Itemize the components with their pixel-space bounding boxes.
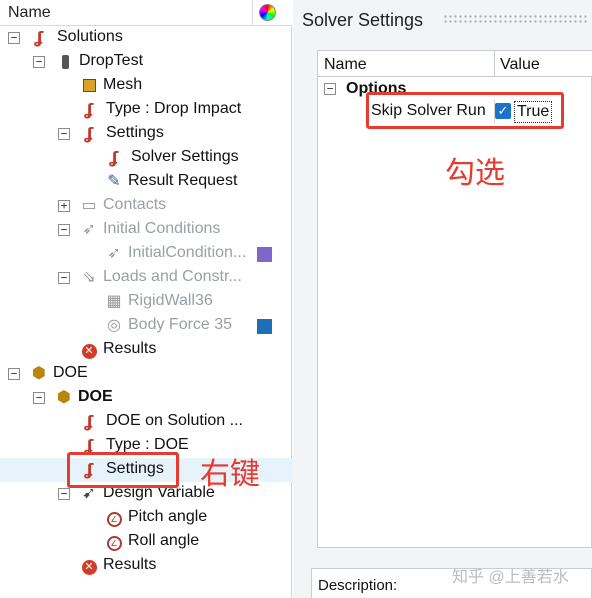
tree-item-droptest[interactable]: − DropTest [0,50,292,74]
solver-icon: ʆ [84,412,94,431]
solver-icon: ʆ [84,124,94,143]
tree-item-settings[interactable]: − ʆ Settings [0,122,292,146]
tree-item-doe-on-solution[interactable]: ʆ DOE on Solution ... [0,410,292,434]
tree-item-pitch-angle[interactable]: ∠ Pitch angle [0,506,292,530]
tree-item-label: Results [103,340,157,357]
annotation-box-skip-solver-run [366,92,564,129]
expand-toggle[interactable]: + [58,200,70,212]
tree-item-label: Result Request [128,172,238,189]
tree-item-roll-angle[interactable]: ∠ Roll angle [0,530,292,554]
grid-header: Name Value [318,51,592,77]
solver-settings-panel: Solver Settings Name Value − Options Ski… [293,0,592,598]
contacts-icon: ▭ [81,197,97,214]
tree-item-label: Pitch angle [128,508,208,525]
rigid-wall-icon: ▦ [106,293,122,310]
tree-item-rigidwall36[interactable]: ▦ RigidWall36 [0,290,292,314]
title-drag-handle[interactable] [443,14,588,24]
tree-item-label: DOE [78,388,113,405]
bottle-icon [56,53,74,71]
value-column-header[interactable]: Value [500,56,540,74]
loads-icon: ⇘ [82,269,96,286]
collapse-toggle[interactable]: − [33,56,45,68]
body-force-icon: ◎ [107,317,121,334]
tree-item-label: RigidWall36 [128,292,213,309]
tree-item-contacts[interactable]: + ▭ Contacts [0,194,292,218]
watermark: 知乎 @上善若水 [452,569,569,586]
tree-item-mesh[interactable]: Mesh [0,74,292,98]
collapse-toggle[interactable]: − [58,272,70,284]
tree-item-label: Loads and Constr... [103,268,242,285]
collapse-toggle[interactable]: − [8,32,20,44]
doe-icon: ⬢ [32,365,46,382]
column-separator[interactable] [494,51,495,77]
tree-header: Name [0,0,292,26]
mesh-icon [80,77,98,95]
tree-item-solver-settings[interactable]: ʆ Solver Settings [0,146,292,170]
tree-item-body-force-35[interactable]: ◎ Body Force 35 [0,314,292,338]
solver-icon: ʆ [34,28,44,47]
initial-conditions-icon: ➶ [82,221,96,238]
result-request-icon: ✎ [107,173,121,190]
tree-item-initial-condition[interactable]: ➶ InitialCondition... [0,242,292,266]
collapse-toggle[interactable]: − [324,83,336,95]
tree-item-label: InitialCondition... [128,244,247,261]
tree-item-label: DOE on Solution ... [106,412,243,429]
tree-item-label: Type : Drop Impact [106,100,242,117]
collapse-toggle[interactable]: − [58,224,70,236]
tree-item-doe[interactable]: − ⬢ DOE [0,386,292,410]
angle-icon: ∠ [105,533,123,551]
name-column-header[interactable]: Name [324,56,367,74]
collapse-toggle[interactable]: − [33,392,45,404]
tree-item-results[interactable]: ✕ Results [0,338,292,362]
tree-item-label: Solutions [57,28,123,45]
tree-item-label: Settings [106,124,164,141]
annotation-check: 勾选 [445,156,505,191]
tree-item-loads-and-constraints[interactable]: − ⇘ Loads and Constr... [0,266,292,290]
tree-item-initial-conditions[interactable]: − ➶ Initial Conditions [0,218,292,242]
tree-item-label: DOE [53,364,88,381]
solver-icon: ʆ [84,100,94,119]
color-swatch[interactable] [257,247,272,262]
initial-condition-icon: ➶ [107,245,121,262]
tree-item-result-request[interactable]: ✎ Result Request [0,170,292,194]
annotation-box-settings [67,452,179,488]
error-icon: ✕ [80,557,98,575]
annotation-right-click: 右键 [200,457,260,492]
collapse-toggle[interactable]: − [58,488,70,500]
header-separator [252,0,253,26]
error-icon: ✕ [80,341,98,359]
color-swatch[interactable] [257,319,272,334]
solver-icon: ʆ [109,148,119,167]
tree-item-solutions[interactable]: − ʆ Solutions [0,26,292,50]
tree-item-label: Solver Settings [131,148,239,165]
tree-item-label: DropTest [79,52,144,69]
collapse-toggle[interactable]: − [58,128,70,140]
panel-title: Solver Settings [302,10,424,30]
tree-item-doe-results[interactable]: ✕ Results [0,554,292,578]
doe-icon: ⬢ [57,389,71,406]
angle-icon: ∠ [105,509,123,527]
description-label: Description: [318,577,398,594]
tree-item-label: Contacts [103,196,167,213]
tree-item-label: Body Force 35 [128,316,233,333]
tree-item-label: Roll angle [128,532,200,549]
color-wheel-icon[interactable] [259,4,276,21]
collapse-toggle[interactable]: − [8,368,20,380]
name-column-header[interactable]: Name [8,4,51,22]
tree-item-type-drop-impact[interactable]: ʆ Type : Drop Impact [0,98,292,122]
tree-item-label: Initial Conditions [103,220,221,237]
tree-item-label: Results [103,556,157,573]
solution-tree-panel: Name − ʆ Solutions − DropTest Mesh ʆ Typ… [0,0,294,598]
tree-item-doe-root[interactable]: − ⬢ DOE [0,362,292,386]
tree-item-label: Mesh [103,76,143,93]
